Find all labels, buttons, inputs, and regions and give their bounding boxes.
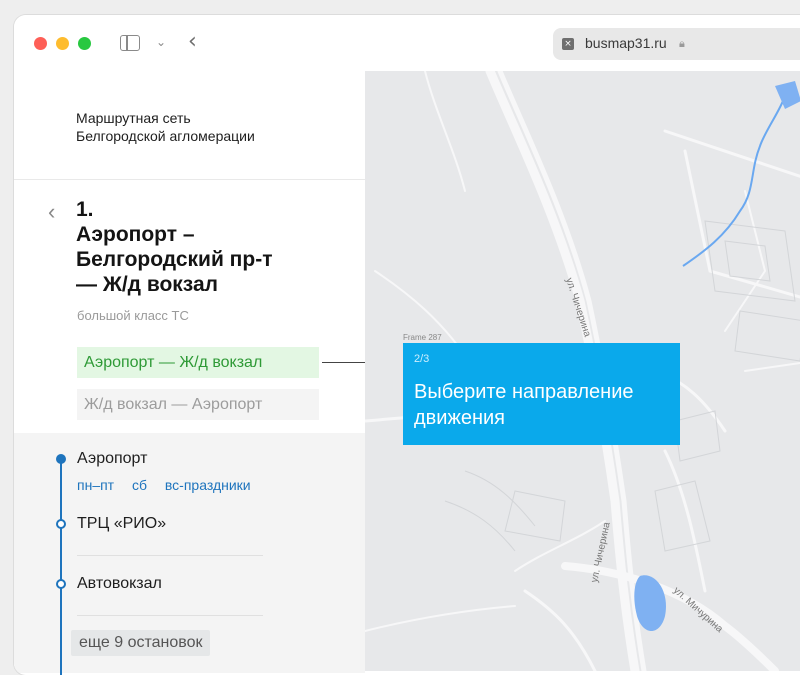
stop-marker	[56, 519, 66, 529]
schedule-link-weekdays[interactable]: пн–пт	[77, 477, 114, 493]
onboarding-tooltip[interactable]: 2/3 Выберите направление движения	[403, 343, 680, 445]
tooltip-text: Выберите направление движения	[414, 381, 634, 429]
street-label: ул. Мичурина	[671, 585, 725, 635]
route-name-line3: — Ж/д вокзал	[76, 273, 218, 296]
site-title-line2: Белгородской агломерации	[76, 128, 255, 144]
divider	[14, 179, 365, 180]
chevron-down-icon[interactable]: ⌄	[156, 35, 166, 49]
map-view[interactable]: ул. Чичерина ул. Чичерина ул. Мичурина F…	[365, 71, 800, 671]
schedule-link-holidays[interactable]: вс-праздники	[165, 477, 251, 493]
stop-marker	[56, 454, 66, 464]
route-line	[60, 461, 62, 675]
direction-option[interactable]: Ж/д вокзал — Аэропорт	[77, 389, 319, 420]
stop-name[interactable]: Автовокзал	[77, 575, 162, 593]
route-name-line2: Белгородский пр-т	[76, 248, 273, 271]
stop-divider	[77, 555, 263, 556]
maximize-window-button[interactable]	[78, 37, 91, 50]
site-title[interactable]: Маршрутная сеть Белгородской агломерации	[76, 109, 336, 145]
stop-divider	[77, 615, 263, 616]
browser-window: ⌄ ‹ × busmap31.ru 🔒︎ Маршрутная сеть Бел…	[14, 15, 800, 675]
route-panel: Маршрутная сеть Белгородской агломерации…	[14, 71, 404, 675]
stop-marker	[56, 579, 66, 589]
url-text: busmap31.ru	[585, 35, 667, 51]
sidebar-icon[interactable]	[120, 35, 140, 51]
page-content: Маршрутная сеть Белгородской агломерации…	[14, 71, 800, 675]
back-arrow-icon[interactable]: ‹	[48, 199, 55, 225]
site-favicon-icon: ×	[562, 38, 574, 50]
stop-name[interactable]: ТРЦ «РИО»	[77, 515, 166, 533]
vehicle-class: большой класс ТС	[77, 308, 189, 323]
browser-toolbar: ⌄ ‹ × busmap31.ru 🔒︎	[14, 15, 800, 71]
route-name-line1: Аэропорт –	[76, 223, 195, 246]
direction-option-active[interactable]: Аэропорт — Ж/д вокзал	[77, 347, 319, 378]
schedule-links: пн–пт сб вс-праздники	[77, 477, 265, 493]
minimize-window-button[interactable]	[56, 37, 69, 50]
stop-list: Аэропорт пн–пт сб вс-праздники ТРЦ «РИО»…	[14, 433, 365, 675]
close-window-button[interactable]	[34, 37, 47, 50]
lock-icon: 🔒︎	[679, 37, 685, 50]
chevron-left-icon[interactable]: ‹	[188, 29, 197, 54]
site-title-line1: Маршрутная сеть	[76, 110, 191, 126]
tooltip-step-counter: 2/3	[414, 353, 430, 365]
address-bar[interactable]: × busmap31.ru 🔒︎	[553, 28, 800, 60]
route-title: 1. Аэропорт – Белгородский пр-т — Ж/д во…	[76, 197, 346, 297]
stop-name[interactable]: Аэропорт	[77, 450, 147, 468]
frame-label: Frame 287	[403, 333, 442, 342]
more-stops-button[interactable]: еще 9 остановок	[71, 630, 211, 656]
schedule-link-saturday[interactable]: сб	[132, 477, 147, 493]
route-number: 1.	[76, 198, 94, 221]
